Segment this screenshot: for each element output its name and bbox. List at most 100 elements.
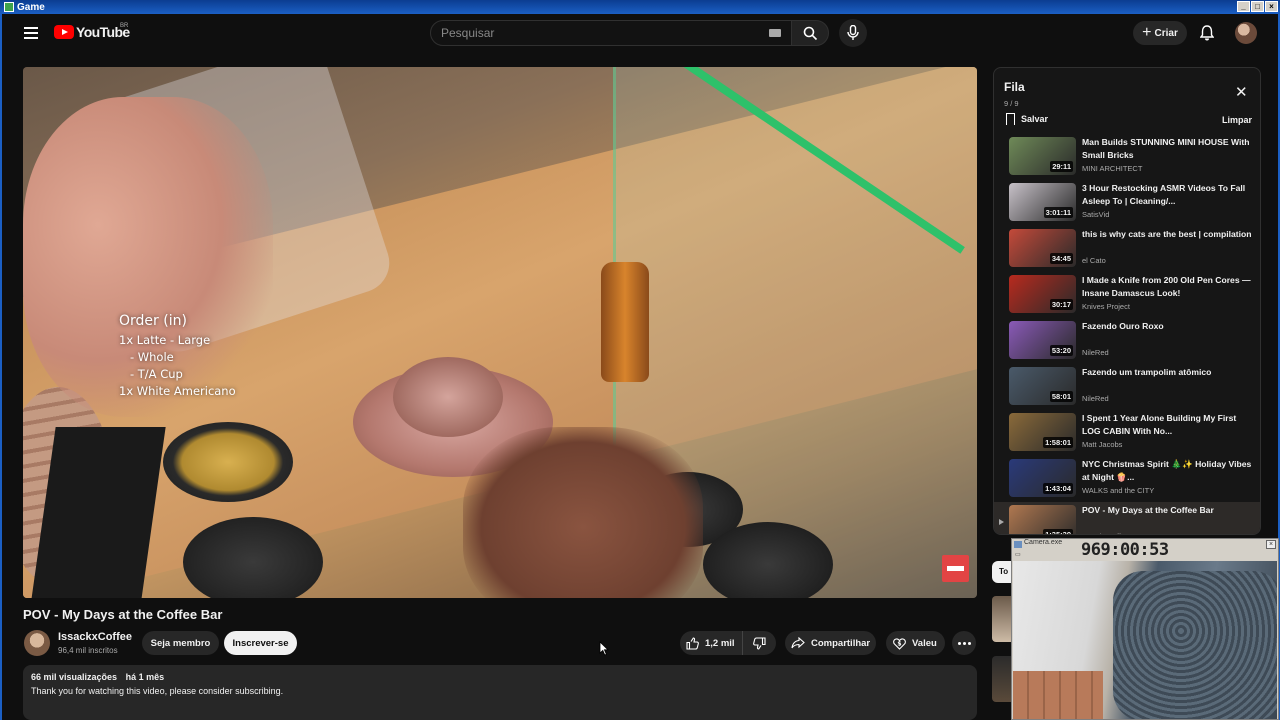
camera-floor: [1013, 671, 1103, 719]
queue-item-title: Man Builds STUNNING MINI HOUSE With Smal…: [1082, 137, 1250, 160]
search-button[interactable]: [791, 20, 829, 46]
more-actions-button[interactable]: [952, 631, 976, 655]
queue-item-title: NYC Christmas Spirit 🎄✨ Holiday Vibes at…: [1082, 459, 1252, 482]
channel-avatar[interactable]: [24, 630, 50, 656]
queue-item-channel: SatisVid: [1082, 210, 1110, 219]
dislike-button[interactable]: [743, 636, 776, 650]
queue-item[interactable]: 30:17 I Made a Knife from 200 Old Pen Cor…: [994, 272, 1260, 318]
youtube-logo[interactable]: YouTube BR: [54, 23, 130, 40]
video-title: POV - My Days at the Coffee Bar: [23, 607, 223, 622]
like-button[interactable]: 1,2 mil: [680, 631, 743, 655]
description-text: Thank you for watching this video, pleas…: [31, 686, 284, 696]
queue-thumbnail[interactable]: 30:17: [1009, 275, 1076, 313]
queue-duration: 29:11: [1050, 161, 1073, 172]
order-title: Order (in): [119, 313, 187, 329]
description-meta: 66 mil visualizações há 1 mês: [31, 672, 969, 682]
like-dislike-group: 1,2 mil: [680, 631, 776, 655]
queue-thumbnail[interactable]: 1:35:39: [1009, 505, 1076, 534]
queue-item[interactable]: 53:20 Fazendo Ouro Roxo NileRed: [994, 318, 1260, 364]
hamburger-menu-icon[interactable]: [24, 27, 38, 39]
share-icon: [791, 637, 805, 649]
subscribe-button[interactable]: Inscrever-se: [224, 631, 297, 655]
queue-panel: Fila 9 / 9 ✕ Salvar Limpar 29:11 Man Buil…: [993, 67, 1261, 535]
search-input[interactable]: [441, 26, 741, 40]
queue-item-title: I Spent 1 Year Alone Building My First L…: [1082, 413, 1237, 436]
description-box[interactable]: 66 mil visualizações há 1 mês Thank you …: [23, 665, 977, 720]
video-player[interactable]: Order (in) 1x Latte - Large - Whole - T/…: [23, 67, 977, 598]
clear-queue-button[interactable]: Limpar: [1222, 115, 1252, 125]
order-overlay: Order (in) 1x Latte - Large - Whole - T/…: [119, 313, 236, 400]
notifications-bell-icon[interactable]: [1200, 25, 1214, 41]
create-button[interactable]: + Criar: [1133, 21, 1187, 45]
queue-item[interactable]: 1:58:01 I Spent 1 Year Alone Building My …: [994, 410, 1260, 456]
queue-thumbnail[interactable]: 3:01:11: [1009, 183, 1076, 221]
queue-title: Fila: [1004, 80, 1025, 94]
queue-item[interactable]: 34:45 this is why cats are the best | com…: [994, 226, 1260, 272]
queue-item-title: I Made a Knife from 200 Old Pen Cores — …: [1082, 275, 1251, 298]
queue-item-channel: NileRed: [1082, 394, 1109, 403]
subscriber-count: 96,4 mil inscritos: [58, 646, 118, 655]
queue-item-channel: WALKS and the CITY: [1082, 486, 1155, 495]
more-dot-icon: [967, 641, 971, 645]
queue-item-title: POV - My Days at the Coffee Bar: [1082, 505, 1214, 515]
queue-item[interactable]: 58:01 Fazendo um trampolim atômico NileRed: [994, 364, 1260, 410]
thanks-button[interactable]: $ Valeu: [886, 631, 945, 655]
close-queue-icon[interactable]: ✕: [1235, 85, 1248, 100]
queue-item-title: Fazendo um trampolim atômico: [1082, 367, 1212, 377]
join-button[interactable]: Seja membro: [142, 631, 219, 655]
voice-search-button[interactable]: [839, 19, 867, 47]
camera-chair: [1113, 571, 1277, 719]
share-button[interactable]: Compartilhar: [785, 631, 876, 655]
plus-icon: +: [1142, 24, 1152, 41]
queue-thumbnail[interactable]: 53:20: [1009, 321, 1076, 359]
queue-item-channel: NileRed: [1082, 348, 1109, 357]
camera-close-button[interactable]: ×: [1266, 540, 1276, 549]
app-icon: [4, 2, 14, 12]
window-titlebar: Game _ □ ×: [0, 0, 1280, 14]
queue-item[interactable]: 1:35:39 POV - My Days at the Coffee Bar Is…: [994, 502, 1260, 534]
order-line: - T/A Cup: [119, 367, 183, 381]
queue-thumbnail[interactable]: 34:45: [1009, 229, 1076, 267]
order-line: - Whole: [119, 350, 174, 364]
masthead: YouTube BR + Criar: [2, 14, 1278, 54]
window-controls: _ □ ×: [1237, 1, 1278, 12]
queue-duration: 1:35:39: [1043, 529, 1073, 534]
queue-duration: 1:58:01: [1043, 437, 1073, 448]
close-window-button[interactable]: ×: [1265, 1, 1278, 12]
order-line: 1x Latte - Large: [119, 333, 211, 347]
more-dot-icon: [957, 641, 961, 645]
microphone-icon: [847, 25, 859, 40]
like-count: 1,2 mil: [705, 637, 735, 649]
more-dot-icon: [962, 641, 966, 645]
queue-item[interactable]: 29:11 Man Builds STUNNING MINI HOUSE With…: [994, 134, 1260, 180]
video-bottle: [601, 262, 649, 382]
video-coffee-cup: [163, 422, 293, 502]
youtube-play-icon: [54, 25, 74, 39]
save-queue-button[interactable]: Salvar: [1006, 113, 1048, 125]
keyboard-icon[interactable]: [769, 29, 781, 37]
queue-thumbnail[interactable]: 1:58:01: [1009, 413, 1076, 451]
channel-watermark-icon[interactable]: [942, 555, 969, 582]
queue-item-title: Fazendo Ouro Roxo: [1082, 321, 1164, 331]
queue-duration: 1:43:04: [1043, 483, 1073, 494]
queue-thumbnail[interactable]: 29:11: [1009, 137, 1076, 175]
queue-list: 29:11 Man Builds STUNNING MINI HOUSE With…: [994, 134, 1260, 534]
super-thanks-icon: $: [893, 637, 906, 650]
now-playing-icon: [999, 519, 1004, 525]
queue-item[interactable]: 1:43:04 NYC Christmas Spirit 🎄✨ Holiday V…: [994, 456, 1260, 502]
thumbs-up-icon: [686, 636, 699, 650]
camera-feed: [1013, 561, 1277, 719]
browser-frame: YouTube BR + Criar: [0, 14, 1280, 720]
account-avatar[interactable]: [1235, 22, 1257, 44]
queue-thumbnail[interactable]: 1:43:04: [1009, 459, 1076, 497]
queue-item[interactable]: 3:01:11 3 Hour Restocking ASMR Videos To …: [994, 180, 1260, 226]
maximize-button[interactable]: □: [1251, 1, 1264, 12]
minimize-button[interactable]: _: [1237, 1, 1250, 12]
queue-item-channel: el Cato: [1082, 256, 1106, 265]
channel-name[interactable]: IssackxCoffee: [58, 631, 132, 643]
camera-timer: 969:00:53: [1081, 540, 1169, 560]
queue-item-channel: Matt Jacobs: [1082, 440, 1123, 449]
queue-thumbnail[interactable]: 58:01: [1009, 367, 1076, 405]
view-count: 66 mil visualizações: [31, 672, 118, 682]
queue-duration: 58:01: [1049, 391, 1073, 402]
